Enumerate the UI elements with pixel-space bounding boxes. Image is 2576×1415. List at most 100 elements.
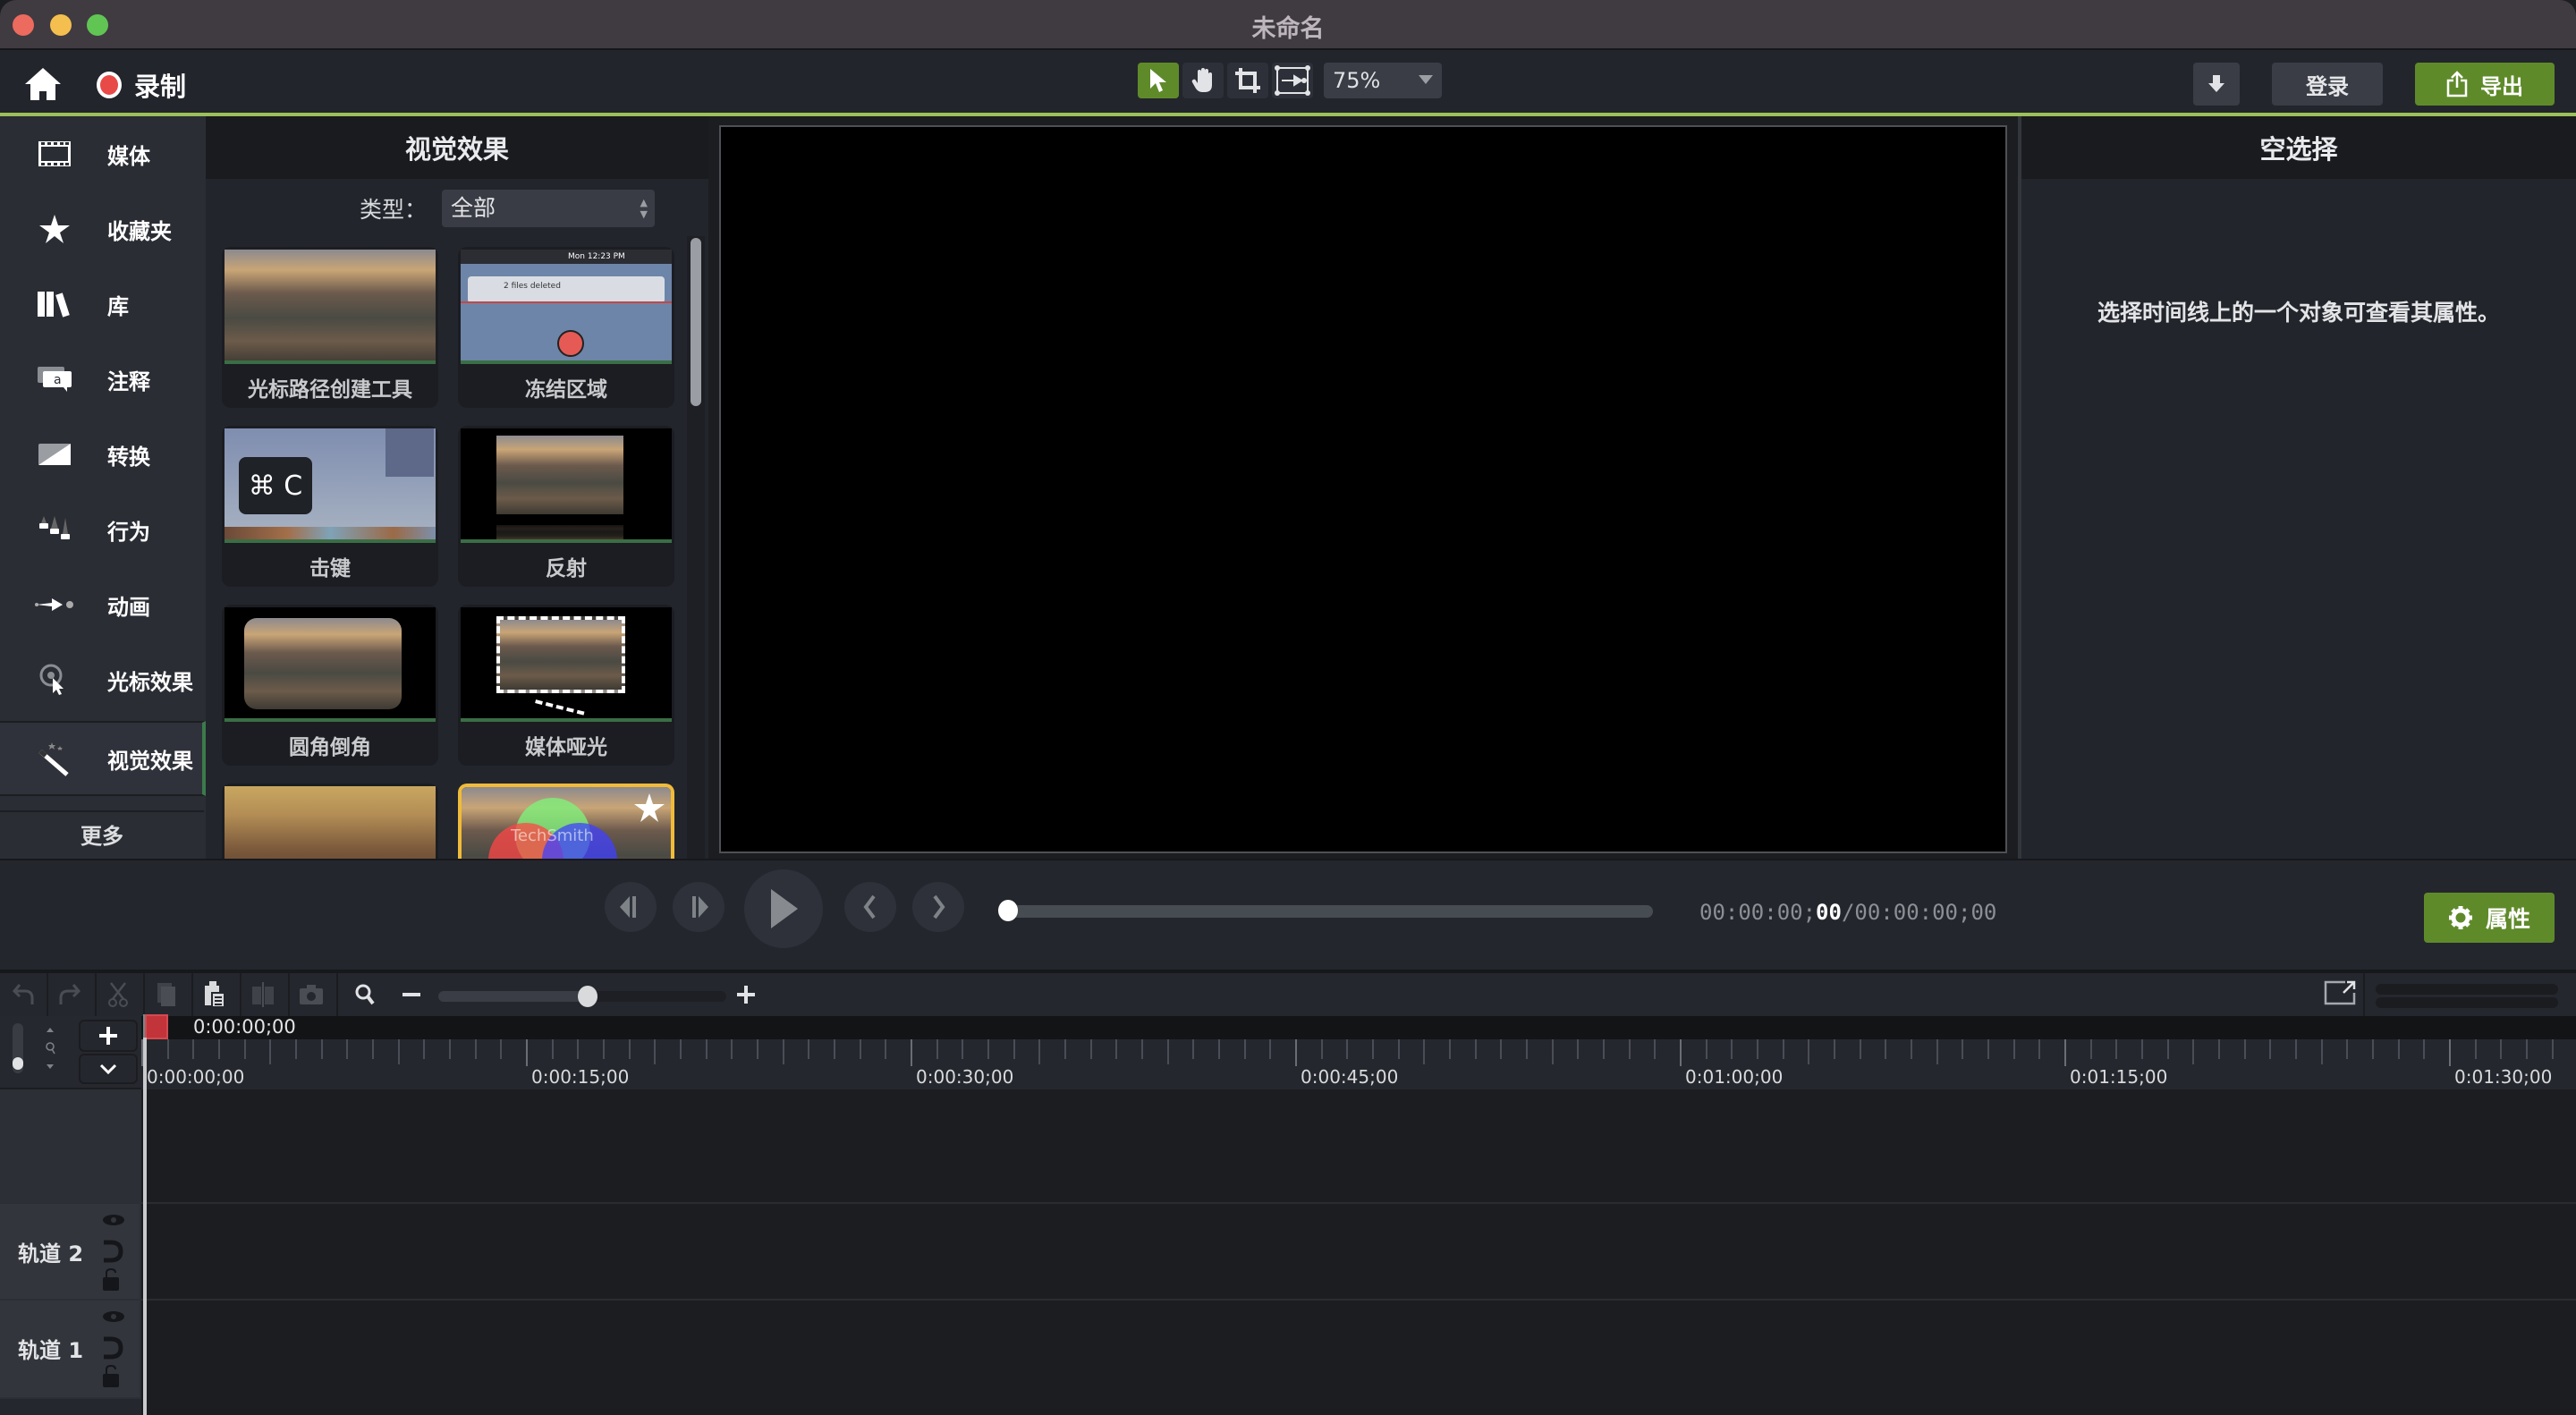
export-button[interactable]: 导出 xyxy=(2415,63,2555,106)
unlocked-icon[interactable] xyxy=(102,1268,120,1292)
track-header-2[interactable]: 轨道 2 xyxy=(0,1204,140,1299)
magnet-icon[interactable] xyxy=(102,1336,123,1360)
favorite-star-icon[interactable] xyxy=(633,792,665,823)
mini-window-preview xyxy=(386,428,434,477)
ruler-minor-tick xyxy=(1141,1039,1143,1059)
effect-card-reflection[interactable]: 反射 xyxy=(458,426,674,587)
window-title: 未命名 xyxy=(1251,15,1325,43)
track-name: 轨道 1 xyxy=(18,1338,84,1363)
sidebar-item-visual-effects[interactable]: 视觉效果 xyxy=(0,721,206,796)
track-height-handle[interactable] xyxy=(13,1057,23,1070)
sidebar-item-cursor-effects[interactable]: 光标效果 xyxy=(0,642,206,717)
plus-icon xyxy=(99,1027,117,1045)
home-icon xyxy=(25,68,61,100)
ruler-minor-tick xyxy=(1834,1039,1835,1059)
effect-card-freeze-region[interactable]: Mon 12:23 PM 2 files deleted 冻结区域 xyxy=(458,247,674,408)
sidebar-item-favorites[interactable]: 收藏夹 xyxy=(0,191,206,267)
effect-card-rounded-corners[interactable]: 圆角倒角 xyxy=(222,605,438,766)
canvas-zoom-dropdown[interactable]: 75% xyxy=(1324,63,1442,98)
crop-icon xyxy=(1235,68,1260,93)
paste-button[interactable] xyxy=(200,979,229,1011)
pan-tool-button[interactable] xyxy=(1182,63,1224,98)
ruler-minor-tick xyxy=(552,1039,554,1059)
sidebar-item-library[interactable]: 库 xyxy=(0,267,206,342)
copy-button[interactable] xyxy=(152,979,181,1011)
preview-canvas[interactable] xyxy=(719,125,2007,853)
timeline-zoom-slider-remaining[interactable] xyxy=(588,991,726,1002)
main-toolbar: 录制 75% 登录 导出 xyxy=(0,50,2576,116)
effect-card-media-matte[interactable]: 媒体哑光 xyxy=(458,605,674,766)
next-marker-button[interactable] xyxy=(912,882,964,932)
step-forward-button[interactable] xyxy=(673,882,724,932)
type-filter-select[interactable]: 全部 ▲ ▼ xyxy=(442,190,655,227)
arrow-cursor-icon xyxy=(1150,69,1166,92)
timeline-ruler[interactable]: 0:00:00;00 0:00:15;00 0:00:30;00 0:00:45… xyxy=(141,1039,2576,1089)
effect-thumbnail xyxy=(225,786,436,859)
undo-button[interactable] xyxy=(9,979,38,1011)
add-track-button[interactable] xyxy=(79,1020,138,1052)
zoom-in-button[interactable] xyxy=(732,979,760,1011)
cut-button[interactable] xyxy=(104,979,132,1011)
ruler-minor-tick xyxy=(834,1039,835,1059)
ruler-minor-tick xyxy=(1987,1039,1989,1059)
unlocked-icon[interactable] xyxy=(102,1365,120,1388)
track-height-slider[interactable] xyxy=(13,1023,23,1073)
ruler-minor-tick xyxy=(2500,1039,2502,1059)
effect-thumbnail xyxy=(225,607,436,722)
redo-button[interactable] xyxy=(55,979,84,1011)
download-arrow-icon xyxy=(2208,75,2224,92)
effect-card-sepia[interactable] xyxy=(222,784,438,859)
playback-scrubber-track[interactable] xyxy=(1009,905,1653,918)
magnifier-icon xyxy=(355,984,375,1005)
sidebar-item-label: 收藏夹 xyxy=(107,218,172,244)
track-header-1[interactable]: 轨道 1 xyxy=(0,1301,140,1397)
timeline-zoom-slider-handle[interactable] xyxy=(578,986,598,1007)
previous-marker-button[interactable] xyxy=(844,882,896,932)
external-window-icon xyxy=(2324,980,2356,1005)
crop-tool-button[interactable] xyxy=(1227,63,1268,98)
ruler-label: 0:00:45;00 xyxy=(1301,1066,1399,1088)
ruler-minor-tick xyxy=(783,1039,784,1064)
motion-path-tool-button[interactable] xyxy=(1272,63,1313,98)
ruler-minor-tick xyxy=(1500,1039,1502,1059)
effect-card-keystroke[interactable]: ⌘ C 击键 xyxy=(222,426,438,587)
snapshot-button[interactable] xyxy=(297,979,326,1011)
zoom-out-button[interactable] xyxy=(397,979,426,1011)
type-filter-value: 全部 xyxy=(451,195,496,221)
effect-card-cursor-path[interactable]: 光标路径创建工具 xyxy=(222,247,438,408)
login-button[interactable]: 登录 xyxy=(2272,63,2383,106)
ruler-minor-tick xyxy=(500,1039,502,1059)
sidebar-item-animations[interactable]: 动画 xyxy=(0,567,206,642)
split-button[interactable] xyxy=(249,979,277,1011)
home-button[interactable] xyxy=(21,64,64,104)
playback-scrubber-handle[interactable] xyxy=(998,900,1018,921)
properties-button[interactable]: 属性 xyxy=(2424,893,2555,943)
timeline-tracks[interactable] xyxy=(141,1089,2576,1415)
eye-icon[interactable] xyxy=(102,1309,125,1324)
magnet-icon[interactable] xyxy=(102,1240,123,1263)
sidebar-item-annotations[interactable]: a 注释 xyxy=(0,342,206,417)
select-tool-button[interactable] xyxy=(1138,63,1179,98)
step-back-button[interactable] xyxy=(605,882,657,932)
timeline-zoom-button[interactable] xyxy=(351,979,379,1011)
download-button[interactable] xyxy=(2193,63,2240,106)
ruler-minor-tick xyxy=(1346,1039,1348,1059)
more-button[interactable]: 更多 xyxy=(0,810,204,855)
playhead-line[interactable] xyxy=(143,1038,147,1415)
effect-card-color-adjust[interactable]: TechSmith xyxy=(458,784,674,859)
track-options-button[interactable] xyxy=(79,1054,138,1084)
playhead-handle[interactable] xyxy=(145,1014,168,1039)
type-filter-label: 类型： xyxy=(360,197,428,223)
undo-icon xyxy=(13,984,34,1004)
play-icon xyxy=(771,889,798,928)
effects-scrollbar-thumb[interactable] xyxy=(691,238,701,406)
play-button[interactable] xyxy=(744,869,823,948)
timeline-zoom-slider-track[interactable] xyxy=(438,991,589,1002)
record-button[interactable]: 录制 xyxy=(97,64,186,106)
sidebar-item-behaviors[interactable]: 行为 xyxy=(0,492,206,567)
eye-icon[interactable] xyxy=(102,1213,125,1227)
detach-timeline-button[interactable] xyxy=(2324,980,2358,1007)
sidebar-item-media[interactable]: 媒体 xyxy=(0,116,206,191)
sidebar-item-transitions[interactable]: 转换 xyxy=(0,417,206,492)
star-icon xyxy=(34,211,75,247)
